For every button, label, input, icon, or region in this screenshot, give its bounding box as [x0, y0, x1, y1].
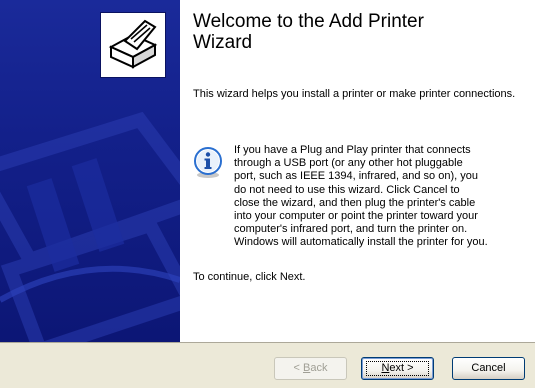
next-focus-rect — [366, 361, 429, 376]
wizard-content-panel: Welcome to the Add Printer Wizard This w… — [180, 0, 535, 342]
cancel-button[interactable]: Cancel — [452, 357, 525, 380]
printer-wizard-icon-box — [100, 12, 166, 78]
next-button[interactable]: Next > — [361, 357, 434, 380]
wizard-info-text: If you have a Plug and Play printer that… — [234, 144, 488, 249]
wizard-continue-text: To continue, click Next. — [193, 271, 306, 283]
back-button-prefix: < — [293, 362, 303, 374]
info-icon — [194, 147, 222, 178]
printer-wizard-icon — [108, 19, 158, 69]
add-printer-wizard-dialog: Welcome to the Add Printer Wizard This w… — [0, 0, 535, 388]
back-button-rest: ack — [310, 362, 328, 374]
wizard-button-bar: < Back Next > Cancel — [0, 342, 535, 388]
wizard-title: Welcome to the Add Printer Wizard — [193, 11, 424, 53]
back-button[interactable]: < Back — [274, 357, 347, 380]
wizard-sidebar-graphic — [0, 0, 180, 342]
wizard-intro-text: This wizard helps you install a printer … — [193, 88, 516, 100]
